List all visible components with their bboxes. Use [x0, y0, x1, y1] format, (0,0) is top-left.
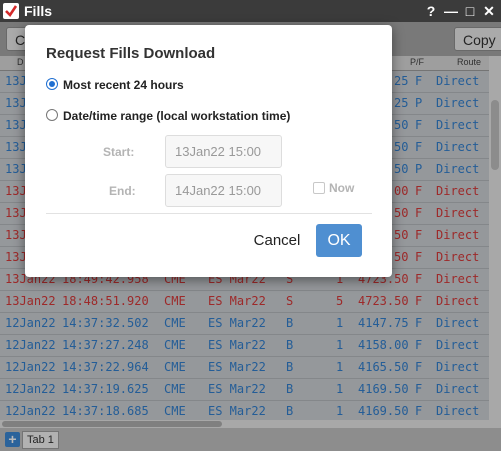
dialog-title: Request Fills Download [46, 45, 216, 62]
now-checkbox[interactable] [313, 182, 325, 194]
end-input[interactable]: 14Jan22 15:00 [165, 174, 282, 207]
minimize-icon[interactable]: — [443, 3, 459, 19]
request-fills-dialog: Request Fills Download Most recent 24 ho… [25, 25, 392, 277]
end-label: End: [109, 184, 136, 198]
start-label: Start: [103, 145, 135, 159]
title-bar: Fills ? — □ ✕ [0, 0, 501, 22]
close-icon[interactable]: ✕ [481, 3, 497, 19]
dialog-divider [46, 213, 372, 214]
start-input[interactable]: 13Jan22 15:00 [165, 135, 282, 168]
help-icon[interactable]: ? [423, 3, 439, 19]
app-check-icon [3, 3, 19, 19]
window-title: Fills [24, 3, 53, 19]
date-range-radio[interactable] [46, 109, 58, 121]
maximize-icon[interactable]: □ [462, 3, 478, 19]
now-label[interactable]: Now [329, 181, 354, 195]
ok-button[interactable]: OK [316, 224, 362, 257]
recent-24h-radio[interactable] [46, 78, 58, 90]
date-range-label[interactable]: Date/time range (local workstation time) [63, 109, 290, 123]
cancel-button[interactable]: Cancel [252, 225, 302, 257]
recent-24h-label[interactable]: Most recent 24 hours [63, 78, 184, 92]
